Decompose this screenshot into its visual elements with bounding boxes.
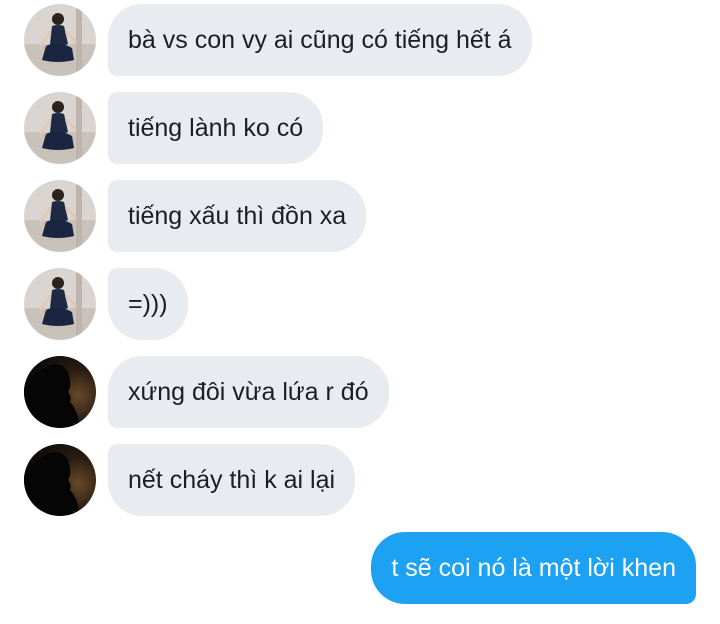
- received-message-bubble[interactable]: bà vs con vy ai cũng có tiếng hết á: [108, 4, 532, 76]
- message-row: t sẽ coi nó là một lời khen: [0, 532, 720, 604]
- message-row: tiếng xấu thì đồn xa: [0, 180, 720, 252]
- message-row: bà vs con vy ai cũng có tiếng hết á: [0, 4, 720, 76]
- received-message-bubble[interactable]: xứng đôi vừa lứa r đó: [108, 356, 389, 428]
- message-thread: bà vs con vy ai cũng có tiếng hết á tiến…: [0, 0, 720, 624]
- silhouette-avatar[interactable]: [24, 444, 96, 516]
- received-message-bubble[interactable]: tiếng xấu thì đồn xa: [108, 180, 367, 252]
- girl-photo-avatar[interactable]: [24, 180, 96, 252]
- received-message-bubble[interactable]: nết cháy thì k ai lại: [108, 444, 356, 516]
- silhouette-avatar[interactable]: [24, 356, 96, 428]
- girl-photo-avatar[interactable]: [24, 268, 96, 340]
- sent-message-bubble[interactable]: t sẽ coi nó là một lời khen: [371, 532, 696, 604]
- received-message-bubble[interactable]: =))): [108, 268, 188, 340]
- message-row: nết cháy thì k ai lại: [0, 444, 720, 516]
- message-row: =))): [0, 268, 720, 340]
- message-row: tiếng lành ko có: [0, 92, 720, 164]
- message-row: xứng đôi vừa lứa r đó: [0, 356, 720, 428]
- girl-photo-avatar[interactable]: [24, 92, 96, 164]
- girl-photo-avatar[interactable]: [24, 4, 96, 76]
- received-message-bubble[interactable]: tiếng lành ko có: [108, 92, 324, 164]
